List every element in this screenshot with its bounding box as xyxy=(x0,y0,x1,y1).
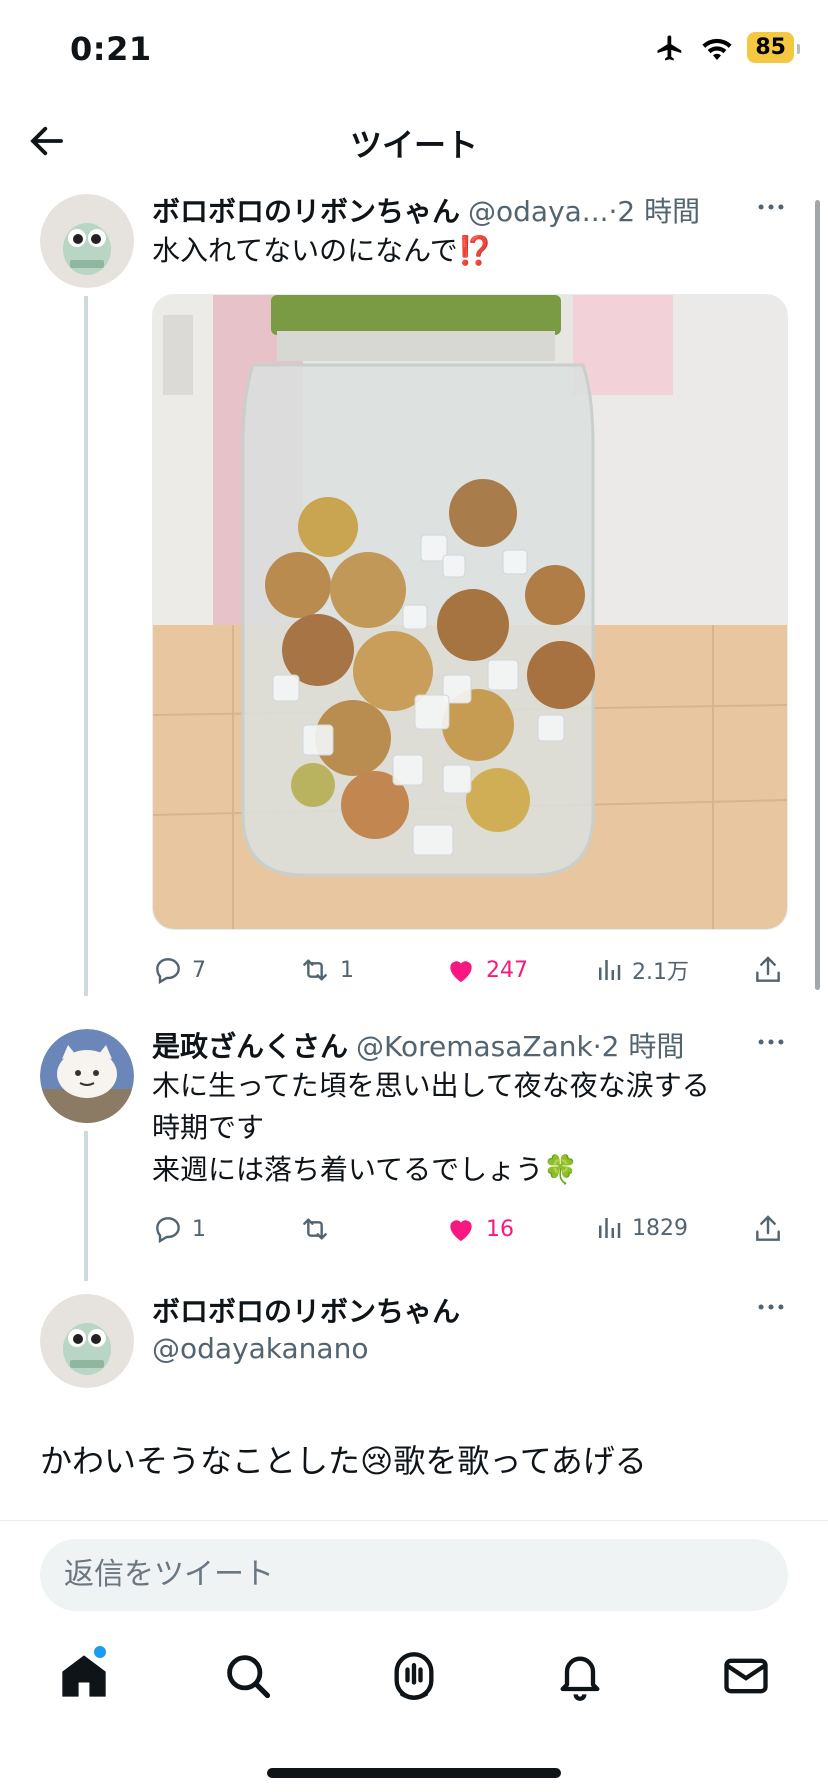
reply-bar xyxy=(0,1520,828,1611)
retweet-count: 1 xyxy=(340,957,354,983)
retweet-action[interactable]: 1 xyxy=(298,954,354,986)
share-icon xyxy=(756,1215,780,1241)
like-count: 247 xyxy=(486,957,528,983)
reply-action[interactable]: 1 xyxy=(152,1213,206,1245)
reply-input[interactable] xyxy=(40,1539,788,1611)
views-icon xyxy=(599,960,621,980)
home-icon[interactable] xyxy=(58,1650,110,1702)
bell-icon[interactable] xyxy=(554,1650,606,1702)
like-count: 16 xyxy=(486,1216,514,1242)
tweet-text: 木に生ってた頃を思い出して夜な夜な涙する 時期です 来週には落ち着いてるでしょう… xyxy=(152,1065,788,1191)
tweet-text-line: 時期です xyxy=(152,1111,265,1144)
retweet-icon xyxy=(303,1218,327,1240)
reply-action[interactable]: 7 xyxy=(152,954,206,986)
like-action[interactable]: 16 xyxy=(444,1213,514,1245)
mail-icon[interactable] xyxy=(720,1650,772,1702)
top-nav: ツイート xyxy=(0,100,828,180)
tweet-photo[interactable] xyxy=(152,294,788,930)
avatar[interactable] xyxy=(40,194,134,288)
spaces-icon[interactable] xyxy=(388,1650,440,1702)
share-icon xyxy=(756,956,780,982)
reply-icon xyxy=(156,958,180,985)
author-handle[interactable]: @KoremasaZank xyxy=(356,1030,593,1063)
notification-dot xyxy=(94,1646,106,1658)
airplane-icon xyxy=(657,35,682,60)
views-action[interactable]: 1829 xyxy=(594,1213,688,1243)
more-icon[interactable] xyxy=(754,1290,788,1324)
retweet-action[interactable] xyxy=(298,1213,340,1245)
share-action[interactable] xyxy=(752,954,784,986)
author-name[interactable]: 是政ざんくさん xyxy=(152,1025,348,1065)
author-name[interactable]: ボロボロのリボンちゃん xyxy=(152,1290,460,1330)
heart-icon xyxy=(450,1220,472,1241)
views-count: 2.1万 xyxy=(632,960,689,985)
scrollbar[interactable] xyxy=(815,200,820,990)
tweet-time: 2 時間 xyxy=(617,195,701,228)
page-title: ツイート xyxy=(349,126,478,164)
tweet-text-line: 木に生ってた頃を思い出して夜な夜な涙する xyxy=(152,1069,710,1102)
thread-line xyxy=(84,296,88,996)
views-icon xyxy=(599,1218,621,1238)
tweet-actions: 1 16 1829 xyxy=(152,1213,788,1253)
retweet-icon xyxy=(303,959,327,981)
avatar[interactable] xyxy=(40,1029,134,1123)
battery-indicator: 85 xyxy=(747,32,800,63)
wifi-icon xyxy=(702,38,733,60)
status-bar: 0:21 85 xyxy=(0,0,828,100)
tweet-text-line: 来週には落ち着いてるでしょう🍀 xyxy=(152,1153,579,1186)
views-count: 1829 xyxy=(632,1215,688,1241)
search-icon[interactable] xyxy=(222,1650,274,1702)
thread-line xyxy=(84,1131,88,1281)
views-action[interactable]: 2.1万 xyxy=(594,954,689,986)
more-icon[interactable] xyxy=(754,1025,788,1059)
reply-count: 7 xyxy=(192,957,206,983)
author-handle[interactable]: @odayakanano xyxy=(152,1332,368,1365)
home-indicator[interactable] xyxy=(267,1768,561,1778)
more-icon[interactable] xyxy=(754,190,788,224)
tweet-actions: 7 1 247 2.1万 xyxy=(152,954,788,994)
reply-icon xyxy=(156,1217,180,1244)
avatar[interactable] xyxy=(40,1294,134,1388)
reply-count: 1 xyxy=(192,1216,206,1242)
bottom-tab-bar xyxy=(0,1630,828,1730)
like-action[interactable]: 247 xyxy=(444,954,528,986)
meta-separator: · xyxy=(592,1030,602,1063)
share-action[interactable] xyxy=(752,1213,784,1245)
author-handle[interactable]: @odaya... xyxy=(468,195,609,228)
status-time: 0:21 xyxy=(70,30,152,68)
tweet-time: 2 時間 xyxy=(601,1030,685,1063)
author-name[interactable]: ボロボロのリボンちゃん xyxy=(152,190,460,230)
meta-separator: · xyxy=(608,195,618,228)
tweet-text: 水入れてないのになんで⁉️ xyxy=(152,234,493,267)
focused-tweet-text: かわいそうなことした😢歌を歌ってあげる xyxy=(40,1442,647,1480)
heart-icon xyxy=(450,961,472,982)
